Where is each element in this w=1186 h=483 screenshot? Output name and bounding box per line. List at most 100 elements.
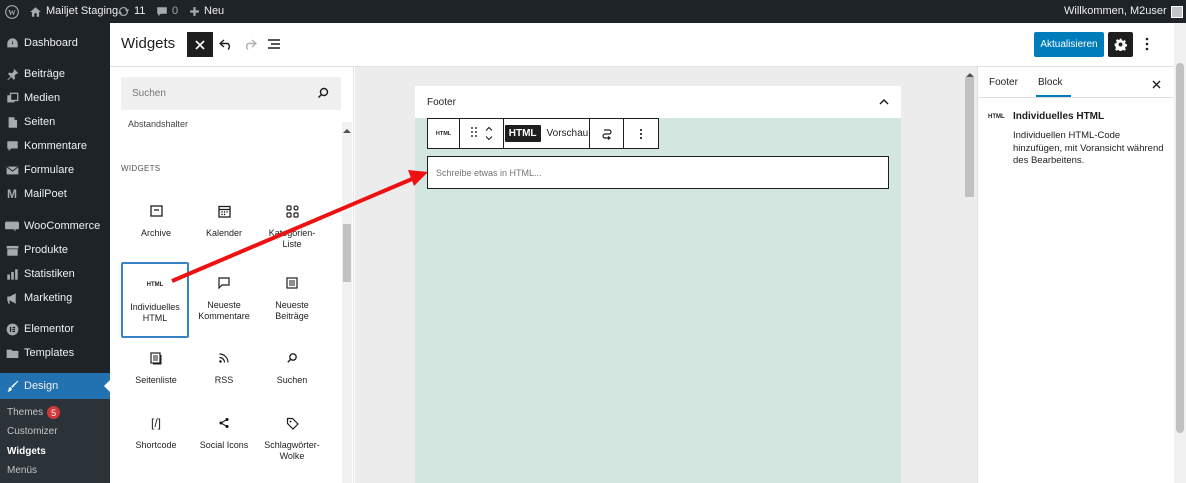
sidebar-item-dashboard[interactable]: Dashboard [0, 32, 110, 54]
sidebar-item-label: Design [24, 380, 59, 392]
html-icon: HTML [435, 130, 452, 137]
sidebar-item-elementor[interactable]: Elementor [0, 318, 110, 340]
block-search-input[interactable] [121, 77, 311, 110]
footer-widget-area[interactable]: Footer HTML HTML Vorschau [415, 86, 901, 483]
canvas-scrollbar-thumb[interactable] [965, 77, 974, 197]
sidebar-item-label: Formulare [24, 164, 75, 176]
welcome-text: Willkommen, M2user [1064, 5, 1167, 17]
block-custom-html[interactable]: HTML Individuelles HTML [121, 262, 189, 338]
redo-button[interactable] [241, 35, 259, 53]
close-sidebar-button[interactable] [1152, 76, 1161, 92]
block-categories[interactable]: Kategorien-Liste [258, 190, 326, 266]
transform-button[interactable] [590, 119, 624, 148]
admin-sidebar: Dashboard Beiträge Medien Seiten Komment… [0, 23, 110, 483]
block-tag-cloud[interactable]: Schlagwörter-Wolke [258, 402, 326, 478]
block-calendar[interactable]: Kalender [190, 190, 258, 266]
spacer-block-label[interactable]: Abstandshalter [128, 119, 188, 129]
calendar-icon [217, 202, 231, 220]
sidebar-item-forms[interactable]: Formulare [0, 159, 110, 181]
tab-block[interactable]: Block [1038, 77, 1062, 88]
block-latest-comments[interactable]: Neueste Kommentare [190, 262, 258, 338]
block-label: Schlagwörter-Wolke [264, 440, 320, 461]
inserter-scrollbar-thumb[interactable] [343, 224, 351, 282]
site-name: Mailjet Staging [46, 5, 119, 17]
page-scrollbar[interactable] [1174, 23, 1186, 483]
html-preview-toggle: HTML Vorschau [504, 119, 590, 148]
move-controls [460, 119, 504, 148]
sidebar-item-marketing[interactable]: Marketing [0, 287, 110, 309]
close-inserter-button[interactable] [187, 32, 213, 57]
block-latest-posts[interactable]: Neueste Beiträge [258, 262, 326, 338]
new-content-link[interactable]: Neu [189, 0, 224, 23]
update-button[interactable]: Aktualisieren [1034, 32, 1104, 57]
sidebar-item-design[interactable]: Design [0, 373, 110, 399]
move-down-icon[interactable] [485, 136, 493, 141]
block-label: RSS [214, 375, 234, 385]
submenu-item-label: Menüs [7, 465, 38, 476]
html-tab-button[interactable]: HTML [504, 125, 541, 142]
sidebar-item-label: Dashboard [24, 37, 78, 49]
html-icon: HTML [146, 282, 164, 288]
wordpress-logo-icon[interactable]: W [5, 0, 19, 23]
comment-icon [218, 274, 230, 292]
comments-link[interactable]: 0 [156, 0, 178, 23]
sidebar-item-statistics[interactable]: Statistiken [0, 263, 110, 285]
sidebar-item-label: Produkte [24, 244, 69, 256]
submenu-item-widgets[interactable]: Widgets [7, 446, 46, 457]
redo-icon [246, 39, 257, 50]
mailpoet-icon: M [7, 187, 17, 201]
block-options-button[interactable] [624, 119, 658, 148]
block-description: Individuellen HTML-Code hinzufügen, mit … [1013, 130, 1164, 166]
tag-icon [286, 414, 299, 432]
block-archive[interactable]: Archive [122, 190, 190, 266]
chevron-up-icon[interactable] [879, 96, 889, 108]
admin-bar: W Mailjet Staging 11 0 Neu Willkommen, M… [0, 0, 1186, 23]
preview-tab-button[interactable]: Vorschau [547, 128, 589, 139]
undo-button[interactable] [217, 35, 235, 53]
footer-area-header[interactable]: Footer [415, 86, 901, 118]
more-options-button[interactable] [1140, 35, 1154, 53]
page-scrollbar-thumb[interactable] [1176, 63, 1184, 433]
svg-text:W: W [8, 7, 16, 16]
close-icon [195, 39, 205, 50]
sidebar-item-pages[interactable]: Seiten [0, 111, 110, 133]
posts-icon [286, 274, 298, 292]
sidebar-item-comments[interactable]: Kommentare [0, 135, 110, 157]
sidebar-item-posts[interactable]: Beiträge [0, 63, 110, 85]
site-name-link[interactable]: Mailjet Staging [29, 0, 118, 23]
user-account-link[interactable]: Willkommen, M2user [1064, 0, 1183, 23]
scroll-up-arrow-icon[interactable] [343, 125, 351, 137]
html-icon: HTML [988, 114, 1005, 120]
html-code-input[interactable] [428, 157, 888, 188]
page-icon [5, 115, 19, 129]
submenu-item-themes[interactable]: Themes 5 [7, 406, 61, 419]
drag-handle-icon[interactable] [470, 127, 477, 140]
plus-icon [190, 7, 199, 16]
block-label: Kategorien-Liste [268, 228, 316, 249]
custom-html-editor [427, 156, 889, 189]
submenu-item-label: Widgets [7, 446, 46, 457]
tab-footer[interactable]: Footer [989, 77, 1018, 88]
sidebar-item-media[interactable]: Medien [0, 87, 110, 109]
submenu-item-customizer[interactable]: Customizer [7, 426, 58, 437]
submenu-item-menus[interactable]: Menüs [7, 465, 37, 476]
sidebar-item-templates[interactable]: Templates [0, 342, 110, 364]
scroll-up-arrow-icon[interactable] [966, 69, 974, 81]
block-label: Kalender [205, 228, 243, 238]
sidebar-item-woocommerce[interactable]: WooCommerce [0, 215, 110, 237]
inserter-scrollbar[interactable] [342, 122, 352, 483]
block-social-icons[interactable]: Social Icons [190, 402, 258, 478]
move-up-icon[interactable] [485, 126, 493, 131]
settings-button[interactable] [1108, 32, 1133, 57]
new-label: Neu [204, 5, 225, 17]
sidebar-item-products[interactable]: Produkte [0, 239, 110, 261]
comments-count: 0 [172, 5, 179, 17]
list-view-button[interactable] [265, 35, 283, 53]
block-type-button[interactable]: HTML [428, 119, 460, 148]
block-shortcode[interactable]: [/] Shortcode [122, 402, 190, 478]
home-icon [30, 6, 41, 17]
updates-link[interactable]: 11 [117, 0, 145, 23]
sidebar-item-label: Elementor [24, 323, 75, 335]
block-label: Neueste Beiträge [275, 300, 309, 321]
sidebar-item-mailpoet[interactable]: M MailPoet [0, 183, 110, 205]
